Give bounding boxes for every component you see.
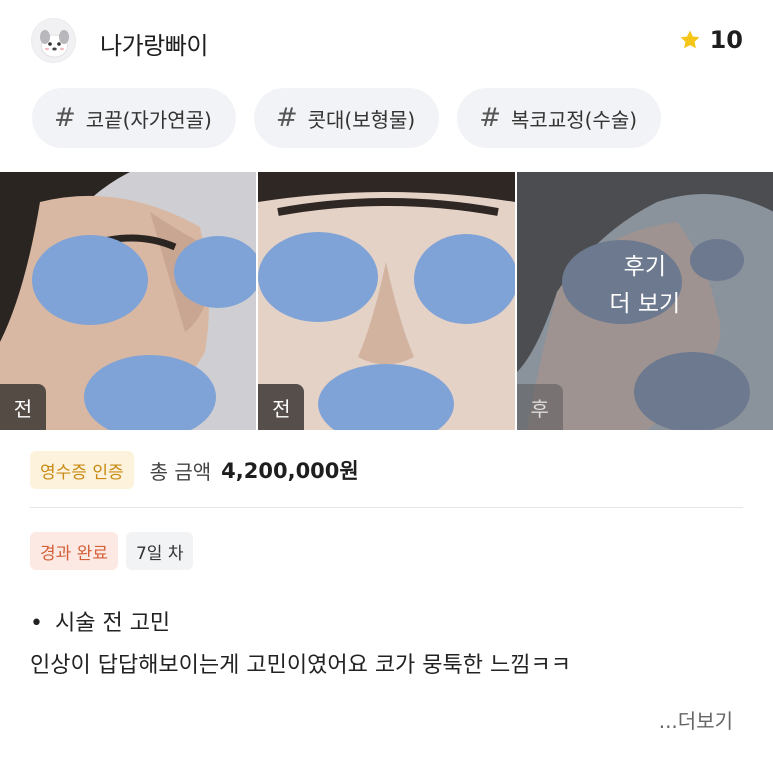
photo-label-after: 후 bbox=[516, 384, 563, 430]
tag-chip[interactable]: # 코끝(자가연골) bbox=[32, 88, 236, 148]
photo-label-before: 전 bbox=[0, 384, 46, 430]
receipt-verified-badge: 영수증 인증 bbox=[30, 451, 134, 489]
read-more-link[interactable]: ...더보기 bbox=[659, 705, 733, 734]
review-heading-text: 시술 전 고민 bbox=[54, 611, 171, 636]
progress-row: 경과 완료 7일 차 bbox=[30, 532, 194, 570]
rating-value: 10 bbox=[709, 26, 743, 54]
review-heading: • 시술 전 고민 bbox=[30, 608, 571, 650]
star-icon bbox=[680, 30, 699, 49]
after-photo[interactable]: 후기 더 보기 후 bbox=[516, 172, 773, 430]
before-photo-profile[interactable]: 전 bbox=[0, 172, 257, 430]
tag-list: # 코끝(자가연골) # 콧대(보형물) # 복코교정(수술) bbox=[32, 88, 662, 148]
review-header: 나가랑빠이 10 bbox=[0, 0, 773, 84]
tag-label: 콧대(보형물) bbox=[307, 107, 416, 132]
tag-chip[interactable]: # 콧대(보형물) bbox=[253, 88, 440, 148]
photo-label-before: 전 bbox=[258, 384, 305, 430]
hash-icon: # bbox=[54, 103, 76, 133]
dog-avatar-icon bbox=[40, 30, 69, 58]
overlay-line-1: 후기 bbox=[623, 254, 666, 281]
review-content: 인상이 답답해보이는게 고민이였어요 코가 뭉툭한 느낌ㅋㅋ bbox=[30, 653, 571, 678]
rating: 10 bbox=[678, 26, 743, 54]
tag-label: 코끝(자가연골) bbox=[85, 107, 212, 132]
total-label: 총 금액 bbox=[149, 459, 212, 484]
overlay-line-2: 더 보기 bbox=[609, 291, 681, 317]
before-photo-front[interactable]: 전 bbox=[258, 172, 515, 430]
divider bbox=[30, 507, 743, 508]
receipt-row: 영수증 인증 총 금액 4,200,000원 bbox=[30, 451, 359, 489]
username[interactable]: 나가랑빠이 bbox=[100, 26, 208, 61]
status-badge: 경과 완료 bbox=[30, 532, 118, 570]
avatar[interactable] bbox=[31, 18, 76, 63]
hash-icon: # bbox=[479, 103, 502, 133]
hash-icon: # bbox=[275, 103, 298, 133]
review-body[interactable]: • 시술 전 고민 인상이 답답해보이는게 고민이였어요 코가 뭉툭한 느낌ㅋㅋ bbox=[30, 608, 571, 692]
photo-gallery: 전 전 후기 더 보기 후 bbox=[0, 172, 773, 430]
tag-chip[interactable]: # 복코교정(수술) bbox=[457, 88, 662, 148]
total-amount: 4,200,000원 bbox=[221, 459, 359, 483]
day-badge: 7일 차 bbox=[125, 532, 194, 570]
tag-label: 복코교정(수술) bbox=[511, 107, 638, 132]
bullet: • bbox=[30, 611, 43, 636]
